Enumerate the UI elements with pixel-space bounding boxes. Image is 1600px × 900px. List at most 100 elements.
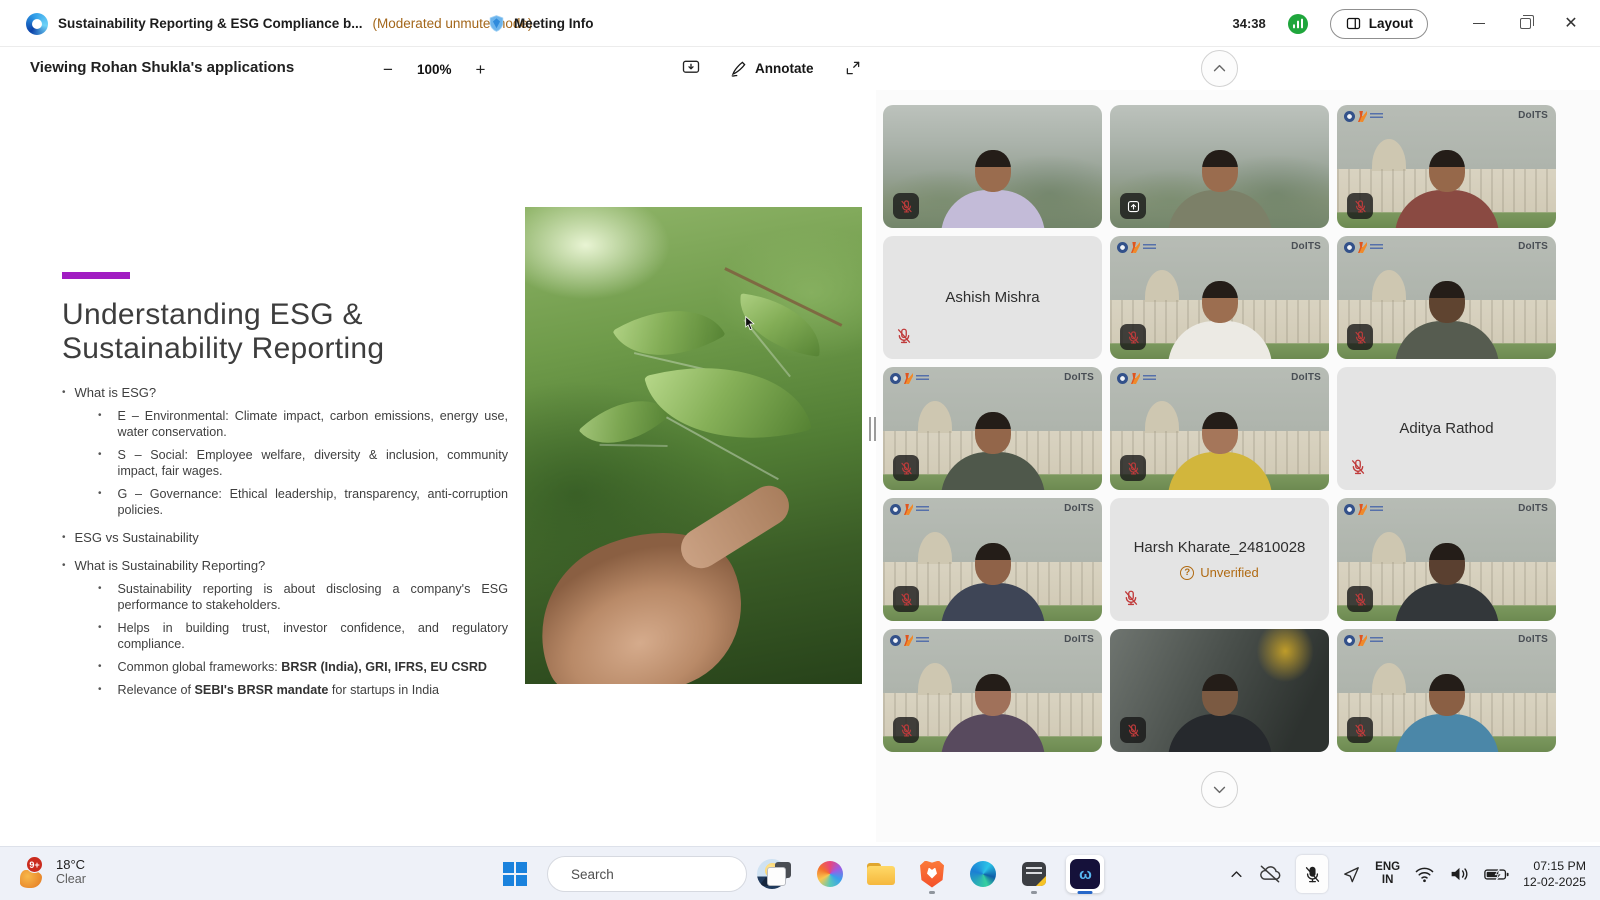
weather-moon-icon: [20, 870, 42, 888]
person-head: [1202, 412, 1238, 454]
person-head: [1202, 281, 1238, 323]
mic-muted-icon: [899, 592, 914, 607]
participant-tile[interactable]: DoITS: [1337, 236, 1556, 359]
scroll-up-button[interactable]: [1201, 50, 1238, 87]
edge-browser-button[interactable]: [964, 855, 1002, 893]
person-body: [1395, 190, 1499, 228]
mic-muted-icon: [899, 723, 914, 738]
location-in-use-button[interactable]: [1342, 865, 1361, 884]
participant-video-silhouette: [1387, 281, 1507, 359]
participant-tile[interactable]: DoITS: [1337, 629, 1556, 752]
mic-muted-icon: [1353, 199, 1368, 214]
tray-microphone-muted-button[interactable]: [1296, 855, 1328, 893]
scroll-down-button[interactable]: [1201, 771, 1238, 808]
close-button[interactable]: ✕: [1552, 7, 1590, 41]
annotate-button[interactable]: Annotate: [730, 59, 814, 77]
zoom-level-value[interactable]: 100%: [417, 62, 452, 77]
panel-resize-handle[interactable]: [869, 417, 876, 441]
participant-tile[interactable]: [1110, 105, 1329, 228]
person-head: [1202, 674, 1238, 716]
iit-175-mark-icon: [1131, 373, 1140, 384]
monitor-icon: [681, 58, 701, 78]
slide-bullet: •E – Environmental: Climate impact, carb…: [62, 408, 508, 440]
participant-tile[interactable]: [1110, 629, 1329, 752]
iit-175-mark-icon: [904, 373, 913, 384]
iit-roorkee-logo: [1344, 504, 1383, 515]
wifi-button[interactable]: [1414, 866, 1435, 883]
bullet-dot: •: [98, 486, 102, 518]
bullet-dot: •: [98, 447, 102, 479]
webex-meeting-window: Sustainability Reporting & ESG Complianc…: [0, 0, 1600, 900]
expand-view-button[interactable]: [842, 57, 864, 79]
meeting-timer: 34:38: [1232, 16, 1265, 31]
brave-browser-button[interactable]: [913, 855, 951, 893]
battery-button[interactable]: [1484, 867, 1509, 882]
wifi-icon: [1414, 866, 1435, 883]
volume-button[interactable]: [1449, 865, 1470, 883]
windows-logo-icon: [503, 862, 527, 886]
taskbar-search-box[interactable]: [547, 856, 747, 892]
shared-screen-view-button[interactable]: [680, 57, 702, 79]
layout-button[interactable]: Layout: [1330, 9, 1428, 39]
participant-name: Harsh Kharate_24810028: [1134, 539, 1306, 556]
language-switcher[interactable]: ENG IN: [1375, 861, 1400, 887]
person-head: [1202, 150, 1238, 192]
expand-icon: [844, 59, 862, 77]
screen-share-indicator: [1120, 193, 1146, 219]
participant-tile[interactable]: DoITS: [883, 629, 1102, 752]
participant-tile[interactable]: Aditya Rathod: [1337, 367, 1556, 490]
clock-widget[interactable]: 07:15 PM 12-02-2025: [1523, 858, 1586, 890]
file-explorer-button[interactable]: [862, 855, 900, 893]
task-view-button[interactable]: [760, 855, 798, 893]
iit-roorkee-logo: [1344, 242, 1383, 253]
zoom-out-button[interactable]: −: [383, 61, 393, 78]
mic-muted-indicator: [1122, 589, 1140, 612]
person-head: [975, 150, 1011, 192]
iit-emblem-icon: [890, 635, 901, 646]
person-body: [1395, 583, 1499, 621]
start-button[interactable]: [496, 855, 534, 893]
mic-muted-icon: [899, 461, 914, 476]
chevron-up-icon: [1229, 867, 1244, 882]
bullet-text: Helps in building trust, investor confid…: [118, 620, 508, 652]
participant-tile[interactable]: [883, 105, 1102, 228]
iit-roorkee-logo: [1117, 373, 1156, 384]
iit-emblem-icon: [1344, 242, 1355, 253]
participant-tile[interactable]: DoITS: [1337, 498, 1556, 621]
participant-video-silhouette: [933, 674, 1053, 752]
iit-175-mark-icon: [904, 504, 913, 515]
zoom-in-button[interactable]: +: [475, 61, 485, 78]
bullet-text: G – Governance: Ethical leadership, tran…: [118, 486, 508, 518]
mic-muted-indicator: [1347, 324, 1373, 350]
weather-widget[interactable]: 9+ 18°C Clear: [20, 854, 86, 894]
meeting-info-button[interactable]: Meeting Info: [487, 0, 594, 47]
bullet-text: What is ESG?: [75, 385, 508, 401]
tray-overflow-button[interactable]: [1229, 867, 1244, 882]
notepad-button[interactable]: [1015, 855, 1053, 893]
participant-tile[interactable]: DoITS: [1110, 367, 1329, 490]
participant-tile[interactable]: DoITS: [1110, 236, 1329, 359]
participant-tile[interactable]: DoITS: [1337, 105, 1556, 228]
participant-video-silhouette: [1160, 281, 1280, 359]
doits-watermark: DoITS: [1518, 503, 1548, 514]
restore-button[interactable]: [1506, 7, 1544, 41]
slide-bullet: • G – Governance: Ethical leadership, tra…: [62, 486, 508, 518]
iit-175-mark-icon: [1358, 111, 1367, 122]
slide-bullets: • What is ESG? •E – Environmental: Climate…: [62, 373, 508, 705]
participant-tile[interactable]: DoITS: [883, 367, 1102, 490]
participant-name: Ashish Mishra: [945, 289, 1039, 306]
webex-taskbar-button[interactable]: ω: [1066, 855, 1104, 893]
person-body: [1395, 321, 1499, 359]
copilot-button[interactable]: [811, 855, 849, 893]
iit-175-mark-icon: [1358, 635, 1367, 646]
person-body: [941, 714, 1045, 752]
participant-tile[interactable]: Harsh Kharate_24810028?Unverified: [1110, 498, 1329, 621]
connection-quality-icon[interactable]: [1288, 14, 1308, 34]
participant-tile[interactable]: Ashish Mishra: [883, 236, 1102, 359]
participant-tile[interactable]: DoITS: [883, 498, 1102, 621]
minimize-button[interactable]: [1460, 7, 1498, 41]
bullet-text: ESG vs Sustainability: [75, 530, 508, 546]
search-input[interactable]: [571, 867, 748, 882]
onedrive-status-button[interactable]: [1258, 864, 1282, 884]
participant-video-silhouette: [1160, 674, 1280, 752]
